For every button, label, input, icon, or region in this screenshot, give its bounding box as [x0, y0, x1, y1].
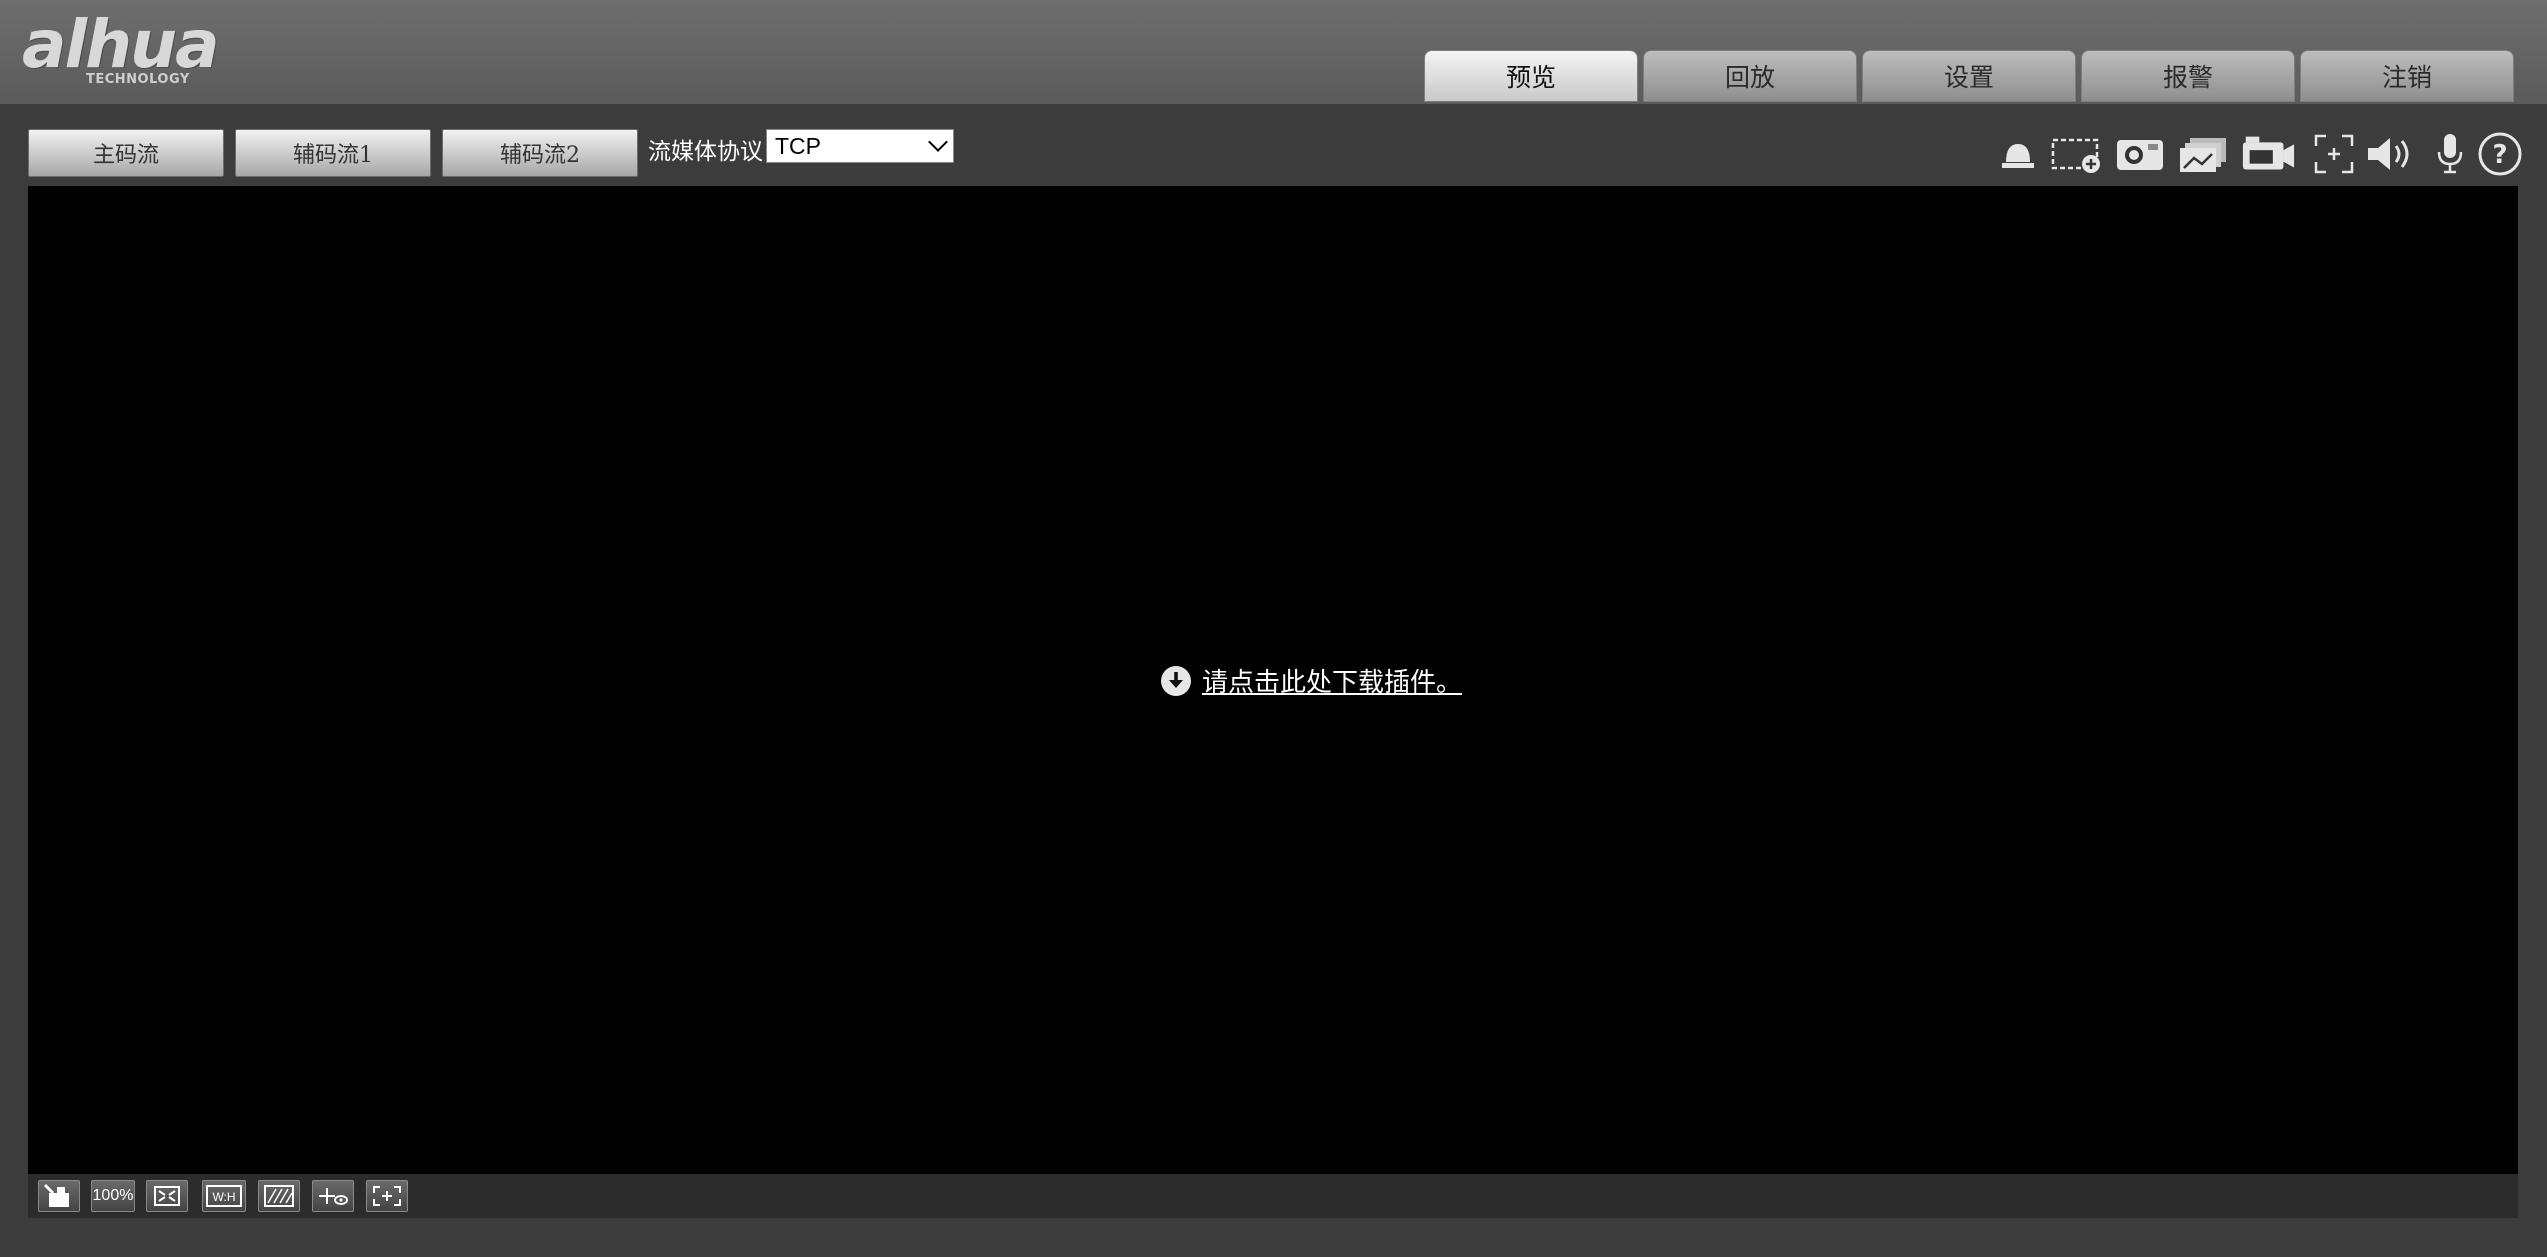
audio-icon[interactable]	[2362, 126, 2418, 182]
fullscreen-icon[interactable]	[366, 1180, 408, 1212]
tab-alarm[interactable]: 报警	[2081, 50, 2295, 102]
easy-focus-icon[interactable]	[2306, 126, 2362, 182]
aspect-ratio-icon[interactable]: W:H	[202, 1180, 246, 1212]
protocol-label: 流媒体协议	[648, 139, 763, 165]
protocol-value: TCP	[775, 133, 821, 159]
main-stream-button[interactable]: 主码流	[28, 129, 224, 177]
chevron-down-icon	[928, 132, 948, 152]
svg-text:W:H: W:H	[212, 1190, 235, 1204]
rule-icon[interactable]	[312, 1180, 354, 1212]
fit-window-icon[interactable]	[146, 1180, 188, 1212]
logo-brand: alhua	[22, 6, 220, 83]
video-window[interactable]: 请点击此处下载插件。	[28, 186, 2518, 1174]
microphone-icon[interactable]	[2422, 126, 2478, 182]
tab-settings[interactable]: 设置	[1862, 50, 2076, 102]
original-size-label: 100%	[92, 1187, 134, 1204]
triple-snapshot-icon[interactable]	[2176, 126, 2232, 182]
help-icon[interactable]: ?	[2472, 126, 2528, 182]
alarm-light-icon[interactable]	[1990, 126, 2046, 182]
region-zoom-icon[interactable]	[2048, 126, 2104, 182]
tab-playback[interactable]: 回放	[1643, 50, 1857, 102]
smooth-icon[interactable]	[258, 1180, 300, 1212]
protocol-select[interactable]: TCP	[766, 129, 954, 163]
sub-stream-1-button[interactable]: 辅码流1	[235, 129, 431, 177]
image-adjust-icon[interactable]	[38, 1180, 80, 1212]
snapshot-icon[interactable]	[2112, 126, 2168, 182]
sub-stream-2-button[interactable]: 辅码流2	[442, 129, 638, 177]
dahua-logo: alhua TECHNOLOGY	[22, 10, 262, 92]
preview-toolbar: 主码流 辅码流1 辅码流2 流媒体协议 TCP ?	[0, 104, 2547, 186]
tab-logout[interactable]: 注销	[2300, 50, 2514, 102]
video-control-bar: 100% W:H	[28, 1174, 2518, 1218]
download-icon	[1161, 665, 1191, 696]
record-icon[interactable]	[2240, 126, 2296, 182]
download-plugin-link[interactable]: 请点击此处下载插件。	[1160, 662, 1462, 699]
logo-subtitle: TECHNOLOGY	[86, 72, 190, 87]
download-plugin-text[interactable]: 请点击此处下载插件。	[1202, 662, 1462, 699]
original-size-button[interactable]: 100%	[91, 1180, 135, 1212]
svg-text:?: ?	[2492, 140, 2507, 170]
tab-preview[interactable]: 预览	[1424, 50, 1638, 102]
header-bar: alhua TECHNOLOGY 预览 回放 设置 报警 注销	[0, 0, 2547, 104]
